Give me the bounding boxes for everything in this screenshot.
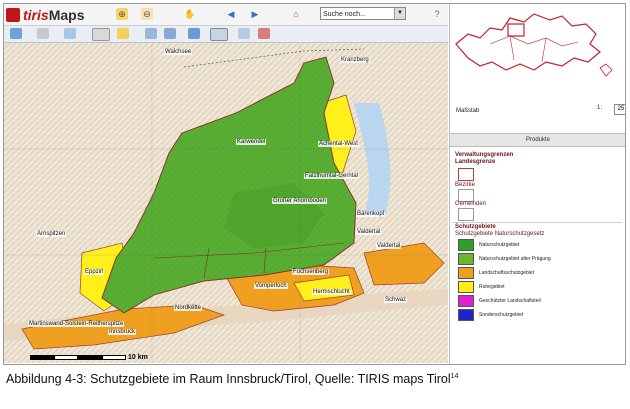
map-label: Bärenkopf <box>356 211 386 217</box>
logo-text-tiris: tiris <box>23 6 49 23</box>
legend-item[interactable]: Naturschutzgebiet alter Prägung <box>458 253 551 265</box>
map-label: Vomperloch <box>254 283 288 289</box>
secondary-toolbar <box>4 26 448 43</box>
measure-area-icon[interactable] <box>210 28 228 41</box>
tiris-logo: tirisMaps <box>6 6 84 23</box>
map-label: Achental-West <box>318 141 359 147</box>
legend-swatch <box>458 253 474 265</box>
zoom-in-icon[interactable]: ⊕ <box>116 8 128 20</box>
map-svg <box>4 43 448 363</box>
map-label: Fuchsenberg <box>292 269 330 275</box>
coordinate-icon[interactable] <box>238 28 250 39</box>
products-tab[interactable]: Produkte <box>450 133 625 147</box>
map-label: Arnspitzen <box>36 231 67 237</box>
right-panel: Maßstab 1: 25 Produkte Verwaltungsgrenze… <box>449 4 625 364</box>
map-label: Innsbruck <box>108 329 137 335</box>
next-view-icon[interactable]: ▶ <box>249 8 261 20</box>
overview-map[interactable] <box>450 4 625 82</box>
protected-areas-subheading: Schutzgebiete Naturschutzgesetz <box>455 231 545 237</box>
layer-icon[interactable] <box>64 28 76 39</box>
caption-footnote: 14 <box>450 372 459 380</box>
zoom-out-icon[interactable]: ⊖ <box>141 8 153 20</box>
help-icon[interactable]: ? <box>431 8 443 20</box>
tyrol-outline-map <box>455 13 613 77</box>
legend-item[interactable]: Geschützter Landschaftsteil <box>458 295 541 307</box>
search-dropdown[interactable]: Suche noch... ▼ <box>320 7 406 20</box>
info-icon[interactable] <box>10 28 22 39</box>
legend-swatch <box>458 295 474 307</box>
export-icon[interactable] <box>164 28 176 39</box>
state-border-swatch[interactable] <box>458 168 474 181</box>
scale-bar: 10 km <box>30 354 148 361</box>
delete-icon[interactable] <box>258 28 270 39</box>
municipalities-swatch[interactable] <box>458 208 474 221</box>
folder-icon[interactable] <box>117 28 129 39</box>
map-label: Valdertal <box>376 243 402 249</box>
scale-input[interactable]: 25 <box>614 104 625 115</box>
scale-label: 10 km <box>128 354 148 361</box>
state-border-label: Landesgrenze <box>455 159 496 165</box>
map-label: Karwendel <box>236 139 267 145</box>
map-label: Nordkette <box>174 305 203 311</box>
legend-item[interactable]: Landschaftsschutzgebiet <box>458 267 534 279</box>
map-label: Schwaz <box>384 297 408 303</box>
protected-areas-heading: Schutzgebiete <box>455 224 496 230</box>
admin-boundaries-heading: Verwaltungsgrenzen <box>455 152 514 158</box>
map-label: Kranzberg <box>340 57 370 63</box>
app-window: tirisMaps ⊕ ⊖ ✋ ◀ ▶ ⌂ Suche noch... ▼ ? <box>3 3 626 365</box>
caption-text: Abbildung 4-3: Schutzgebiete im Raum Inn… <box>6 372 451 386</box>
logo-text-maps: Maps <box>48 6 85 23</box>
legend-swatch <box>458 309 474 321</box>
previous-view-icon[interactable]: ◀ <box>225 8 237 20</box>
print-icon[interactable] <box>37 28 49 39</box>
legend-swatch <box>458 267 474 279</box>
districts-label: Bezirke <box>455 182 476 188</box>
legend-swatch <box>458 281 474 293</box>
map-label: Martinswand-Solstein-Reitherspitze <box>28 321 125 327</box>
map-label: Großer Ahornboden <box>272 198 328 204</box>
search-value: Suche noch... <box>323 11 366 18</box>
top-toolbar: tirisMaps ⊕ ⊖ ✋ ◀ ▶ ⌂ Suche noch... ▼ ? <box>4 4 448 26</box>
save-icon[interactable] <box>145 28 157 39</box>
scale-value-prefix: 1: <box>597 105 603 111</box>
figure-caption: Abbildung 4-3: Schutzgebiete im Raum Inn… <box>6 372 458 386</box>
legend-item[interactable]: Sonderschutzgebiet <box>458 309 523 321</box>
map-label: Walchsee <box>164 49 193 55</box>
eagle-logo-icon <box>6 7 20 22</box>
scale-label: Maßstab <box>456 108 480 114</box>
map-label: Hermschlucht <box>312 289 351 295</box>
chevron-down-icon[interactable]: ▼ <box>394 8 405 19</box>
measure-distance-icon[interactable] <box>92 28 110 41</box>
legend-swatch <box>458 239 474 251</box>
legend-item[interactable]: Naturschutzgebiet <box>458 239 519 251</box>
municipalities-label: Gemeinden <box>455 201 487 207</box>
map-label: Falzthurntal-Gerntal <box>304 173 360 179</box>
map-label: Eppzirl <box>84 269 105 275</box>
pan-hand-icon[interactable]: ✋ <box>184 8 196 20</box>
home-icon[interactable]: ⌂ <box>290 8 302 20</box>
legend-item[interactable]: Ruhegebiet <box>458 281 505 293</box>
map-canvas[interactable]: Kranzberg Karwendel Achental-West Falzth… <box>4 43 448 363</box>
map-label: Valdertal <box>356 229 382 235</box>
redline-icon[interactable] <box>188 28 200 39</box>
